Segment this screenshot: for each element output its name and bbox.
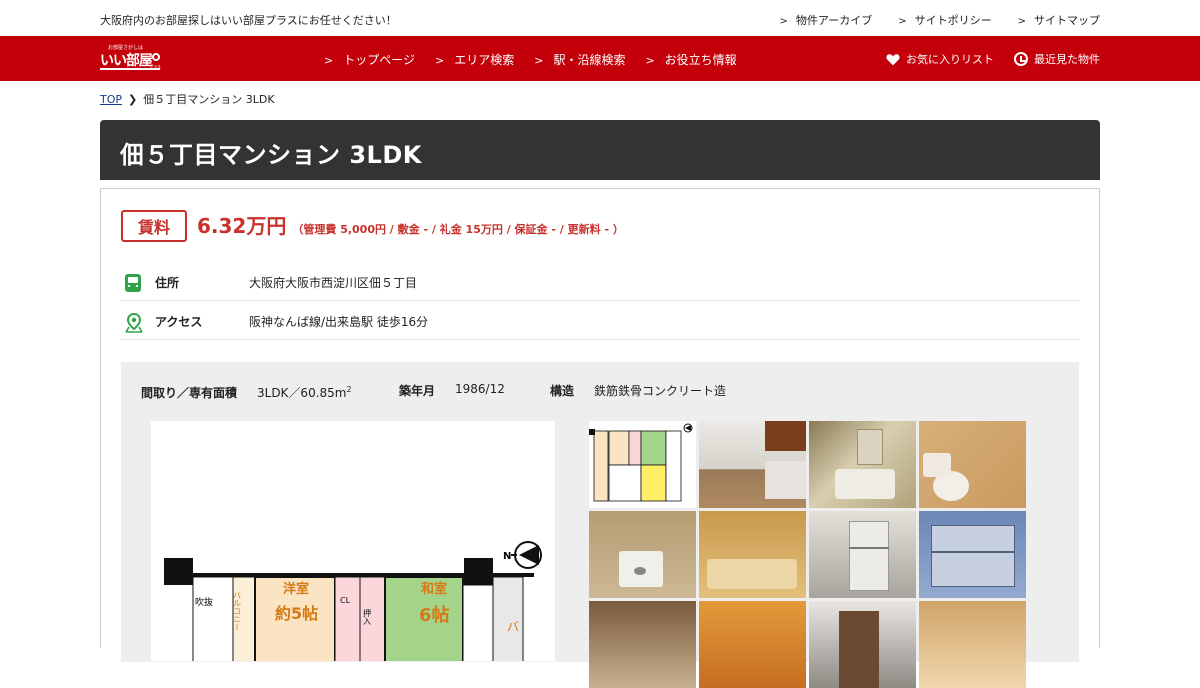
access-value: 阪神なんば線/出来島駅 徒歩16分 bbox=[249, 315, 429, 329]
recently-viewed-button[interactable]: 最近見た物件 bbox=[1014, 51, 1100, 67]
svg-text:N: N bbox=[503, 551, 511, 562]
spec-panel: 間取り／専有面積 3LDK／60.85m2 築年月 1986/12 構造 鉄筋鉄… bbox=[121, 362, 1079, 688]
site-policy-link[interactable]: > サイトポリシー bbox=[898, 12, 991, 28]
built-date-value: 1986/12 bbox=[455, 382, 505, 396]
photo-thumb[interactable] bbox=[809, 601, 916, 688]
svg-text:CL: CL bbox=[340, 596, 351, 605]
breadcrumb-home-link[interactable]: TOP bbox=[100, 93, 122, 106]
photo-thumb[interactable] bbox=[589, 421, 696, 508]
sitemap-link[interactable]: > サイトマップ bbox=[1018, 12, 1100, 28]
logo-pin-icon bbox=[152, 53, 160, 61]
property-title-bar: 佃５丁目マンション 3LDK bbox=[100, 120, 1100, 180]
favorites-button[interactable]: お気に入りリスト bbox=[886, 51, 994, 67]
photo-thumb[interactable] bbox=[699, 421, 806, 508]
breadcrumb: TOP ❯ 佃５丁目マンション 3LDK bbox=[100, 91, 275, 107]
arrow-icon: > bbox=[898, 16, 907, 27]
nav-top-page[interactable]: > トップページ bbox=[324, 51, 415, 68]
map-pin-icon bbox=[125, 312, 143, 333]
rent-badge: 賃料 bbox=[121, 210, 187, 242]
address-row: 住所 大阪府大阪市西淀川区佃５丁目 bbox=[121, 265, 1079, 301]
svg-text:約5帖: 約5帖 bbox=[275, 604, 318, 623]
photo-thumb[interactable] bbox=[589, 511, 696, 598]
photo-thumb[interactable] bbox=[699, 511, 806, 598]
photo-thumb[interactable] bbox=[919, 511, 1026, 598]
svg-text:6帖: 6帖 bbox=[419, 604, 450, 626]
train-icon bbox=[125, 273, 143, 292]
heart-icon bbox=[886, 53, 900, 65]
photo-thumb[interactable] bbox=[809, 511, 916, 598]
rent-price: 6.32万円 bbox=[197, 214, 287, 238]
rent-fees: （管理費 5,000円 / 敷金 - / 礼金 15万円 / 保証金 - / 更… bbox=[292, 223, 624, 236]
address-label: 住所 bbox=[155, 276, 180, 290]
floor-plan-image[interactable]: N 吹抜 バルコニー 洋室 約5帖 CL 押入 和室 6帖 バ bbox=[151, 421, 555, 668]
structure-value: 鉄筋鉄骨コンクリート造 bbox=[594, 384, 727, 398]
main-nav: > トップページ > エリア検索 > 駅・沿線検索 > お役立ち情報 bbox=[324, 51, 737, 68]
site-logo[interactable]: お部屋さがしは いい部屋 プラス bbox=[100, 44, 162, 74]
site-tagline: 大阪府内のお部屋探しはいい部屋プラスにお任せください！ bbox=[100, 14, 397, 27]
utility-bar: 大阪府内のお部屋探しはいい部屋プラスにお任せください！ > 物件アーカイブ > サイ… bbox=[0, 0, 1200, 36]
address-value: 大阪府大阪市西淀川区佃５丁目 bbox=[249, 276, 418, 290]
property-detail-card: 賃料 6.32万円 （管理費 5,000円 / 敷金 - / 礼金 15万円 /… bbox=[100, 188, 1100, 688]
page-title: 佃５丁目マンション 3LDK bbox=[120, 141, 422, 169]
access-label: アクセス bbox=[155, 315, 203, 329]
nav-useful-info[interactable]: > お役立ち情報 bbox=[645, 51, 736, 68]
archive-link[interactable]: > 物件アーカイブ bbox=[779, 12, 872, 28]
nav-station-search[interactable]: > 駅・沿線検索 bbox=[534, 51, 625, 68]
layout-area-label: 間取り／専有面積 bbox=[141, 386, 238, 400]
layout-area-value: 3LDK／60.85m2 bbox=[257, 385, 352, 400]
photo-thumb[interactable] bbox=[809, 421, 916, 508]
breadcrumb-current: 佃５丁目マンション 3LDK bbox=[143, 93, 275, 106]
header-actions: お気に入りリスト 最近見た物件 bbox=[886, 51, 1100, 67]
chevron-right-icon: ❯ bbox=[128, 92, 138, 106]
svg-text:バ: バ bbox=[507, 620, 519, 634]
photo-gallery bbox=[589, 421, 1029, 688]
photo-thumb[interactable] bbox=[699, 601, 806, 688]
access-row: アクセス 阪神なんば線/出来島駅 徒歩16分 bbox=[121, 304, 1079, 340]
svg-text:押入: 押入 bbox=[363, 608, 372, 625]
main-header: お部屋さがしは いい部屋 プラス > トップページ > エリア検索 > 駅・沿線検索 … bbox=[0, 36, 1200, 81]
floor-plan-drawing: N 吹抜 バルコニー 洋室 約5帖 CL 押入 和室 6帖 バ bbox=[164, 541, 542, 668]
svg-text:洋室: 洋室 bbox=[283, 581, 309, 597]
built-date-label: 築年月 bbox=[399, 384, 436, 398]
svg-text:吹抜: 吹抜 bbox=[195, 596, 213, 608]
arrow-icon: > bbox=[779, 16, 788, 27]
svg-text:和室: 和室 bbox=[421, 581, 447, 597]
photo-thumb[interactable] bbox=[919, 601, 1026, 688]
arrow-icon: > bbox=[1017, 16, 1026, 27]
nav-area-search[interactable]: > エリア検索 bbox=[435, 51, 514, 68]
photo-thumb[interactable] bbox=[919, 421, 1026, 508]
structure-label: 構造 bbox=[550, 384, 575, 398]
rent-summary: 賃料 6.32万円 （管理費 5,000円 / 敷金 - / 礼金 15万円 /… bbox=[121, 210, 624, 242]
history-icon bbox=[1014, 52, 1028, 66]
svg-text:バルコニー: バルコニー bbox=[233, 591, 242, 631]
photo-thumb[interactable] bbox=[589, 601, 696, 688]
utility-links: > 物件アーカイブ > サイトポリシー > サイトマップ bbox=[779, 12, 1100, 28]
